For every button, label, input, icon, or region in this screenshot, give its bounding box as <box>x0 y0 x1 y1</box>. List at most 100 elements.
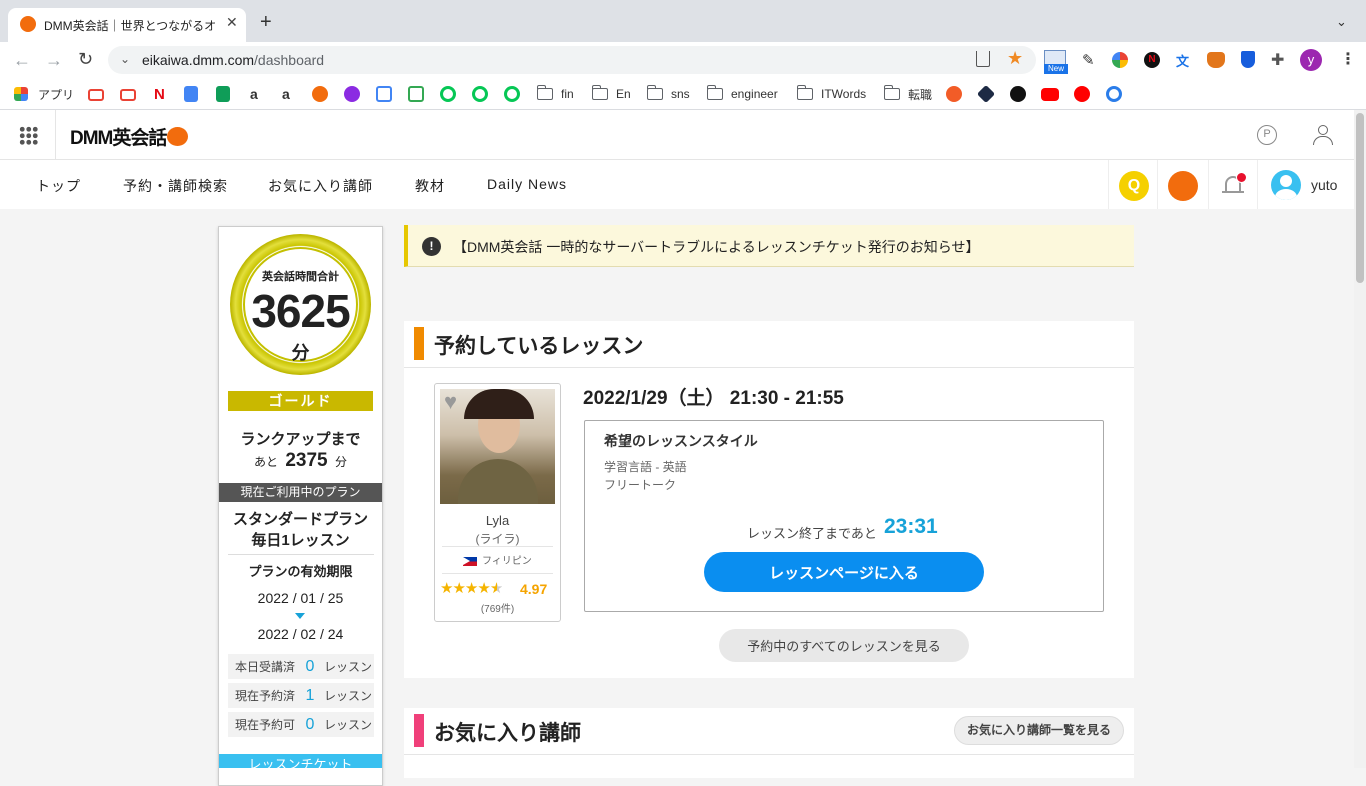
rankup-remaining: あと 2375 分 <box>254 450 347 471</box>
points-icon[interactable]: P <box>1257 125 1277 145</box>
bookmark-folder-tenshoku[interactable]: 転職 <box>883 84 932 104</box>
bookmark-star-icon[interactable]: ★ <box>1007 48 1023 69</box>
teacher-country: フィリピン <box>435 552 560 567</box>
card-title-divider <box>404 367 1134 368</box>
account-icon[interactable] <box>1312 124 1334 146</box>
star-icon: ★ <box>477 580 490 597</box>
lesson-style-language: 学習言語 - 英語 <box>604 460 687 474</box>
youtube-music-icon <box>1074 86 1090 102</box>
profile-avatar[interactable]: y <box>1300 49 1322 71</box>
validity-start-date: 2022 / 01 / 25 <box>257 590 344 606</box>
back-icon[interactable]: ← <box>13 50 31 71</box>
purple-circle-icon <box>344 86 360 102</box>
bitwarden-extension-icon[interactable] <box>1241 51 1255 68</box>
bookmark-gmail-2[interactable] <box>120 84 136 104</box>
scrollbar-thumb[interactable] <box>1356 113 1364 283</box>
nav-daily-news[interactable]: Daily News <box>487 176 567 192</box>
enter-lesson-button[interactable]: レッスンページに入る <box>704 552 984 592</box>
dark-diamond-icon <box>976 84 996 104</box>
bookmark-folder-fin[interactable]: fin <box>536 84 574 104</box>
nav-materials[interactable]: 教材 <box>415 176 445 196</box>
nav-top[interactable]: トップ <box>36 176 81 196</box>
favorite-heart-icon[interactable]: ♥ <box>444 391 457 413</box>
bookmark-calendar-18[interactable] <box>408 84 424 104</box>
view-all-reservations-button[interactable]: 予約中のすべてのレッスンを見る <box>719 629 969 662</box>
user-avatar[interactable] <box>1271 170 1301 200</box>
bookmark-green-2[interactable] <box>472 84 488 104</box>
bookmark-purple[interactable] <box>344 84 360 104</box>
netflix-icon: N <box>154 85 165 103</box>
bookmark-orange[interactable] <box>946 84 962 104</box>
teacher-photo[interactable] <box>440 389 555 504</box>
bookmark-green-3[interactable] <box>504 84 520 104</box>
dmm-eikaiwa-logo[interactable]: DMM英会話 <box>70 123 189 150</box>
plan-header: 現在ご利用中のプラン <box>219 483 382 502</box>
bookmark-folder-en[interactable]: En <box>591 84 631 104</box>
bookmark-folder-sns[interactable]: sns <box>646 84 690 104</box>
tab-search-icon[interactable]: ⌄ <box>1336 14 1347 30</box>
bookmark-github[interactable] <box>1010 84 1026 104</box>
metamask-extension-icon[interactable] <box>1207 52 1225 68</box>
bookmark-folder-engineer[interactable]: engineer <box>706 84 778 104</box>
star-icon: ★ <box>452 580 465 597</box>
tab-close-icon[interactable]: ✕ <box>226 14 238 31</box>
view-all-favorites-button[interactable]: お気に入り講師一覧を見る <box>954 716 1124 745</box>
url-text[interactable]: eikaiwa.dmm.com/dashboard <box>142 52 324 68</box>
gmail-icon <box>88 89 104 101</box>
total-time-label: 英会話時間合計 <box>262 271 339 283</box>
new-tab-icon[interactable]: + <box>260 11 272 34</box>
bookmark-calendar-29[interactable] <box>376 84 392 104</box>
github-icon <box>1010 86 1026 102</box>
star-icon: ★ <box>464 580 478 597</box>
nav-favorite-teachers[interactable]: お気に入り講師 <box>268 176 373 196</box>
forward-icon[interactable]: → <box>45 50 63 71</box>
rating-value: 4.97 <box>520 581 548 597</box>
translate-extension-icon[interactable]: 文 <box>1176 51 1189 70</box>
bookmark-gmail-1[interactable] <box>88 84 104 104</box>
owl-logo-icon <box>167 127 189 146</box>
bookmark-dmm[interactable] <box>312 84 328 104</box>
plan-name-line1: スタンダードプラン <box>232 511 368 528</box>
validity-arrow-icon <box>295 613 305 619</box>
site-info-icon[interactable]: ⌄ <box>120 52 130 66</box>
bookmark-folder-itwords[interactable]: ITWords <box>796 84 866 104</box>
teacher-divider <box>442 546 553 547</box>
countdown-label: レッスン終了まであと <box>747 526 877 541</box>
bookmark-blue-circle[interactable] <box>1106 84 1122 104</box>
reload-icon[interactable]: ↻ <box>78 49 93 70</box>
nav-reserve-search[interactable]: 予約・講師検索 <box>123 176 228 196</box>
bookmark-sheets[interactable] <box>216 84 230 104</box>
owl-mascot-icon[interactable] <box>1168 171 1198 201</box>
share-icon[interactable] <box>976 51 990 67</box>
bookmark-amazon-2[interactable]: a <box>282 84 290 104</box>
bookmark-netflix[interactable]: N <box>154 84 165 104</box>
review-count: (769件) <box>480 604 515 615</box>
apps-grid-icon <box>14 87 28 101</box>
notification-badge <box>1236 172 1247 183</box>
user-name[interactable]: yuto <box>1311 177 1337 193</box>
apps-menu-icon[interactable] <box>19 126 38 145</box>
colorful-extension-icon[interactable] <box>1112 52 1128 68</box>
site-header <box>0 110 1354 160</box>
bookmark-youtube[interactable] <box>1041 84 1059 104</box>
bookmark-docs[interactable] <box>184 84 198 104</box>
bookmark-youtube-music[interactable] <box>1074 84 1090 104</box>
browser-menu-icon[interactable]: ⋮ <box>1340 49 1356 69</box>
bookmark-green-1[interactable] <box>440 84 456 104</box>
nav-right-divider-4 <box>1257 160 1258 209</box>
folder-icon <box>706 85 723 100</box>
q-help-icon[interactable]: Q <box>1119 171 1149 201</box>
extensions-puzzle-icon[interactable]: ✚ <box>1271 50 1284 70</box>
plan-divider <box>228 554 374 555</box>
countdown-value: 23:31 <box>884 515 938 538</box>
lesson-ticket-button[interactable]: レッスンチケット <box>219 754 382 768</box>
calendar-icon <box>408 86 424 102</box>
alert-text[interactable]: 【DMM英会話 一時的なサーバートラブルによるレッスンチケット発行のお知らせ】 <box>453 237 979 257</box>
bookmark-amazon-1[interactable]: a <box>250 84 258 104</box>
green-circle-icon <box>472 86 488 102</box>
netflix-extension-icon[interactable]: N <box>1144 52 1160 68</box>
teacher-name[interactable]: Lyla <box>435 513 560 528</box>
bookmark-dark[interactable] <box>976 84 996 104</box>
bookmark-apps[interactable]: アプリ <box>14 84 74 104</box>
eyedropper-extension-icon[interactable]: ✎ <box>1082 51 1095 69</box>
